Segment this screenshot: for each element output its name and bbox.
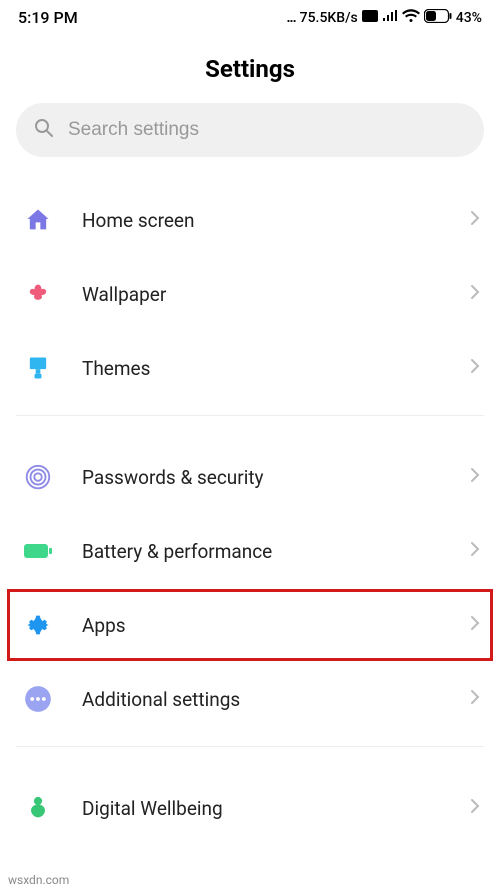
- row-wallpaper[interactable]: Wallpaper: [0, 257, 500, 331]
- chevron-right-icon: [470, 541, 480, 561]
- row-passwords-security[interactable]: Passwords & security: [0, 440, 500, 514]
- row-label: Apps: [82, 614, 444, 637]
- row-themes[interactable]: Themes: [0, 331, 500, 405]
- settings-group-2: Passwords & security Battery & performan…: [0, 440, 500, 736]
- chevron-right-icon: [470, 615, 480, 635]
- row-additional-settings[interactable]: Additional settings: [0, 662, 500, 736]
- page-title: Settings: [0, 55, 500, 83]
- status-time: 5:19 PM: [18, 8, 78, 27]
- chevron-right-icon: [470, 358, 480, 378]
- net-speed: 75.5KB/s: [300, 10, 358, 26]
- status-right: ... 75.5KB/s 43%: [286, 9, 482, 27]
- volte-icon: [362, 10, 378, 26]
- chevron-right-icon: [470, 798, 480, 818]
- home-icon: [20, 202, 56, 238]
- status-bar: 5:19 PM ... 75.5KB/s 43%: [0, 0, 500, 31]
- settings-group-3: Digital Wellbeing: [0, 771, 500, 845]
- search-box[interactable]: [16, 103, 484, 157]
- row-label: Themes: [82, 357, 444, 380]
- gear-icon: [20, 607, 56, 643]
- battery-pct: 43%: [456, 10, 482, 26]
- fingerprint-icon: [20, 459, 56, 495]
- row-label: Battery & performance: [82, 540, 444, 563]
- row-label: Digital Wellbeing: [82, 797, 444, 820]
- chevron-right-icon: [470, 284, 480, 304]
- search-icon: [34, 118, 54, 142]
- search-input[interactable]: [68, 119, 466, 141]
- chevron-right-icon: [470, 689, 480, 709]
- watermark: wsxdn.com: [8, 873, 69, 887]
- signal-icon: [382, 10, 398, 26]
- battery-icon: [20, 533, 56, 569]
- row-label: Home screen: [82, 209, 444, 232]
- divider: [16, 415, 484, 416]
- wellbeing-icon: [20, 790, 56, 826]
- wifi-icon: [402, 9, 420, 27]
- brush-icon: [20, 350, 56, 386]
- chevron-right-icon: [470, 210, 480, 230]
- battery-icon: [424, 9, 452, 27]
- row-label: Wallpaper: [82, 283, 444, 306]
- divider: [16, 746, 484, 747]
- row-label: Additional settings: [82, 688, 444, 711]
- row-home-screen[interactable]: Home screen: [0, 183, 500, 257]
- flower-icon: [20, 276, 56, 312]
- dots-icon: [20, 681, 56, 717]
- more-dots-icon: ...: [286, 10, 295, 26]
- row-battery-performance[interactable]: Battery & performance: [0, 514, 500, 588]
- row-digital-wellbeing[interactable]: Digital Wellbeing: [0, 771, 500, 845]
- row-label: Passwords & security: [82, 466, 444, 489]
- row-apps[interactable]: Apps: [6, 588, 494, 662]
- chevron-right-icon: [470, 467, 480, 487]
- settings-group-1: Home screen Wallpaper Themes: [0, 183, 500, 405]
